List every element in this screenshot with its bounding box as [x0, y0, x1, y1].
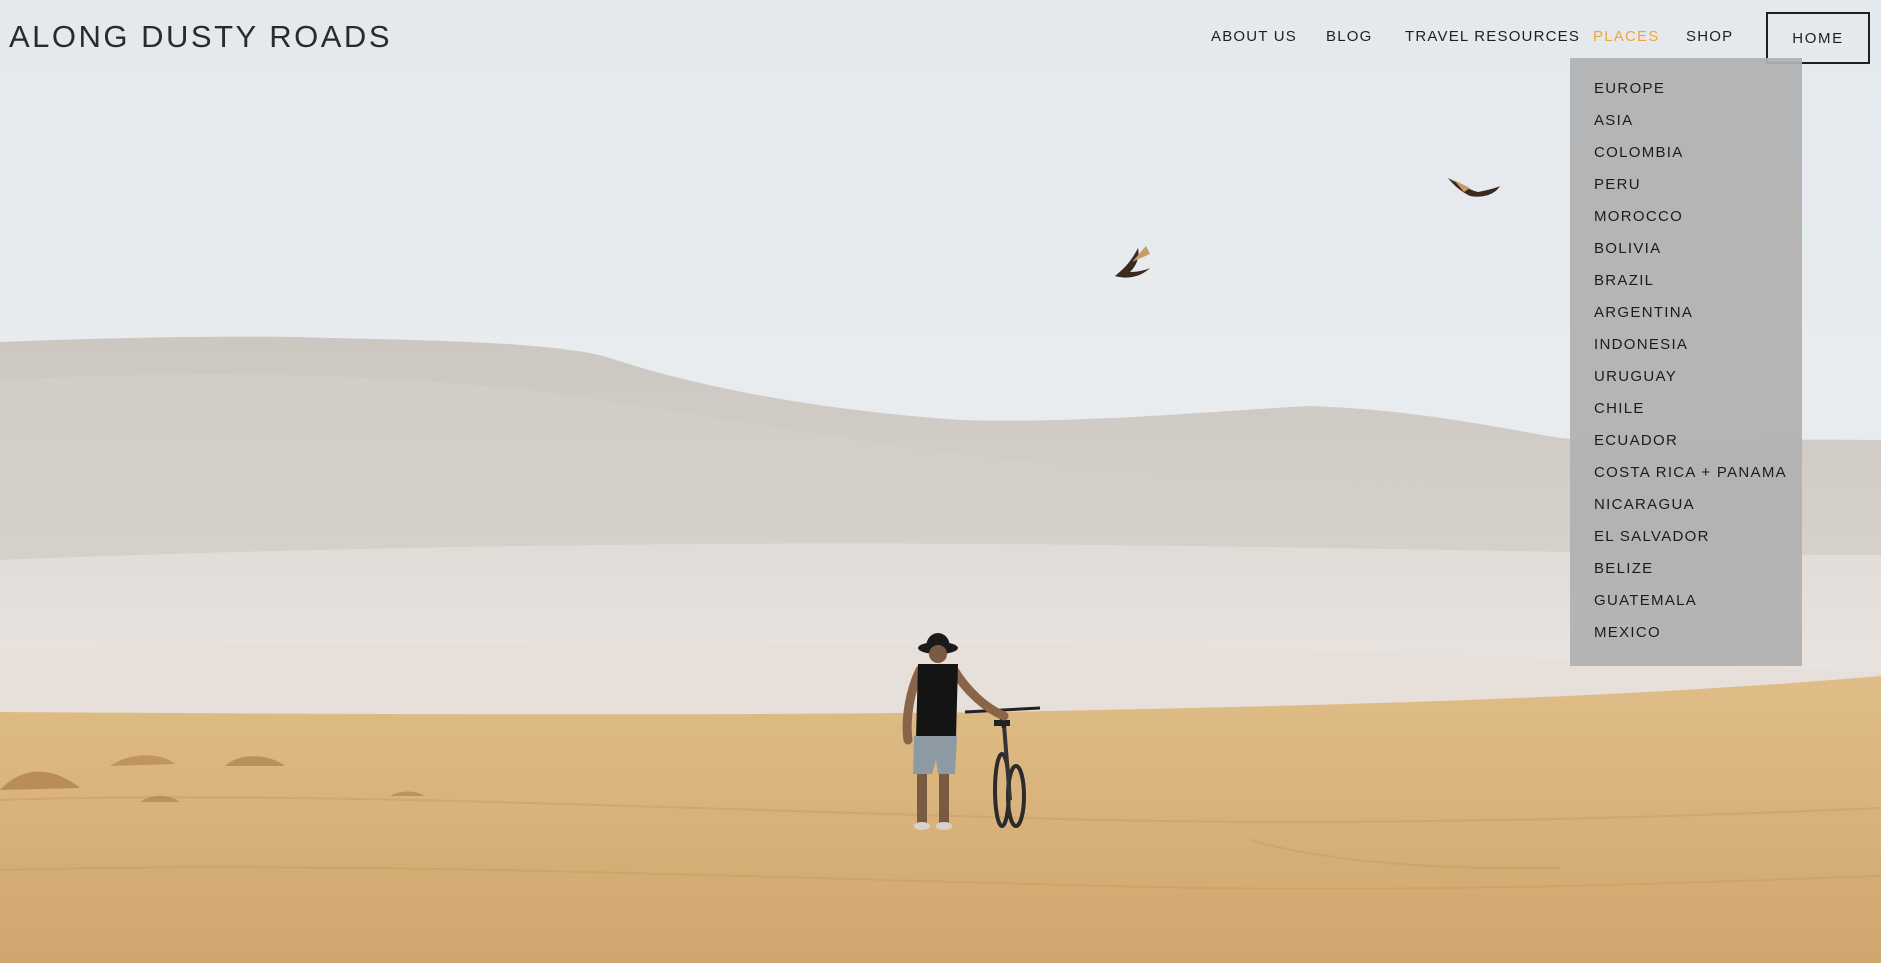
home-button[interactable]: HOME [1766, 12, 1870, 64]
menu-item-costa-rica-panama[interactable]: COSTA RICA + PANAMA [1570, 463, 1802, 495]
menu-item-peru[interactable]: PERU [1570, 175, 1802, 207]
menu-item-mexico[interactable]: MEXICO [1570, 623, 1802, 655]
menu-item-europe[interactable]: EUROPE [1570, 79, 1802, 111]
menu-item-bolivia[interactable]: BOLIVIA [1570, 239, 1802, 271]
places-dropdown-menu: EUROPE ASIA COLOMBIA PERU MOROCCO BOLIVI… [1570, 58, 1802, 666]
nav-item-blog[interactable]: BLOG [1326, 28, 1372, 45]
menu-item-guatemala[interactable]: GUATEMALA [1570, 591, 1802, 623]
nav-item-shop[interactable]: SHOP [1686, 28, 1733, 45]
menu-item-argentina[interactable]: ARGENTINA [1570, 303, 1802, 335]
places-list: EUROPE ASIA COLOMBIA PERU MOROCCO BOLIVI… [1570, 58, 1802, 655]
menu-item-el-salvador[interactable]: EL SALVADOR [1570, 527, 1802, 559]
menu-item-asia[interactable]: ASIA [1570, 111, 1802, 143]
nav-item-travel-resources[interactable]: TRAVEL RESOURCES [1405, 28, 1580, 45]
nav-item-places[interactable]: PLACES [1593, 28, 1659, 45]
menu-item-brazil[interactable]: BRAZIL [1570, 271, 1802, 303]
menu-item-nicaragua[interactable]: NICARAGUA [1570, 495, 1802, 527]
menu-item-indonesia[interactable]: INDONESIA [1570, 335, 1802, 367]
menu-item-ecuador[interactable]: ECUADOR [1570, 431, 1802, 463]
nav-item-about-us[interactable]: ABOUT US [1211, 28, 1297, 45]
menu-item-uruguay[interactable]: URUGUAY [1570, 367, 1802, 399]
menu-item-belize[interactable]: BELIZE [1570, 559, 1802, 591]
main-nav: ABOUT US BLOG TRAVEL RESOURCES PLACES SH… [0, 28, 1881, 48]
menu-item-morocco[interactable]: MOROCCO [1570, 207, 1802, 239]
menu-item-colombia[interactable]: COLOMBIA [1570, 143, 1802, 175]
menu-item-chile[interactable]: CHILE [1570, 399, 1802, 431]
